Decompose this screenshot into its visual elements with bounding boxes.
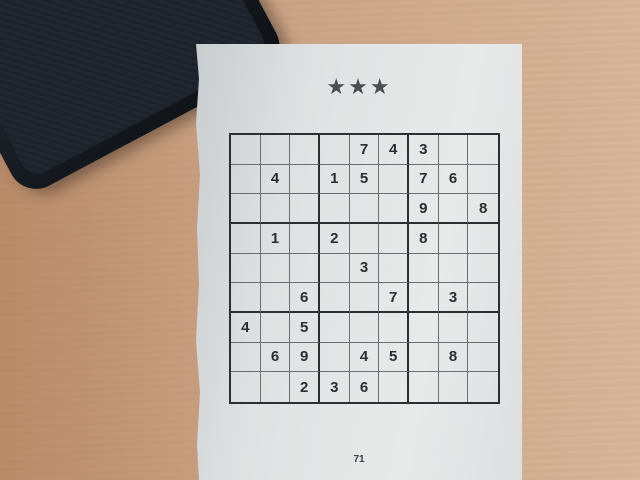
sudoku-cell — [468, 135, 498, 165]
sudoku-cell — [408, 283, 439, 313]
sudoku-cell — [231, 164, 261, 195]
sudoku-cell — [231, 223, 261, 254]
sudoku-cell — [379, 194, 409, 224]
sudoku-cell — [290, 223, 320, 254]
sudoku-cell: 4 — [231, 312, 261, 343]
sudoku-cell — [438, 253, 469, 284]
sudoku-cell — [290, 135, 320, 165]
sudoku-cell — [379, 223, 409, 254]
sudoku-cell — [468, 254, 498, 284]
sudoku-cell: 9 — [408, 194, 439, 224]
sudoku-cell: 6 — [290, 283, 320, 313]
sudoku-cell — [319, 194, 350, 224]
sudoku-cell: 4 — [379, 135, 409, 165]
sudoku-cell — [349, 194, 380, 224]
sudoku-cell: 7 — [408, 164, 439, 195]
sudoku-cell: 7 — [349, 135, 380, 165]
sudoku-cell: 7 — [379, 283, 409, 313]
sudoku-cell — [468, 165, 498, 195]
sudoku-cell — [231, 342, 261, 373]
sudoku-cell — [260, 135, 291, 165]
sudoku-cell — [319, 283, 350, 313]
sudoku-cell: 1 — [260, 223, 291, 254]
sudoku-cell — [290, 164, 320, 195]
sudoku-cell — [261, 372, 291, 402]
sudoku-cell — [379, 372, 409, 402]
sudoku-cell — [349, 223, 380, 254]
sudoku-cell: 6 — [350, 372, 380, 402]
sudoku-cell: 9 — [290, 342, 320, 373]
sudoku-cell — [438, 135, 469, 165]
sudoku-cell: 3 — [408, 135, 439, 165]
sudoku-cell — [439, 372, 469, 402]
sudoku-cell: 4 — [349, 342, 380, 373]
sudoku-cell — [290, 253, 320, 284]
sudoku-cell — [260, 312, 291, 343]
sudoku-cell: 5 — [290, 312, 320, 343]
sudoku-cell — [468, 343, 498, 373]
sudoku-cell — [290, 194, 320, 224]
sudoku-cell: 3 — [438, 283, 469, 313]
sudoku-cell — [231, 194, 261, 224]
sudoku-cell — [468, 372, 498, 402]
sudoku-cell: 2 — [290, 372, 320, 402]
sudoku-cell: 8 — [438, 342, 469, 373]
sudoku-cell — [231, 135, 261, 165]
sudoku-cell: 3 — [320, 372, 350, 402]
sudoku-grid: 743415769812836734569458236 — [229, 133, 500, 404]
sudoku-cell: 2 — [319, 223, 350, 254]
sudoku-cell — [260, 194, 291, 224]
sudoku-cell — [319, 342, 350, 373]
sudoku-cell — [319, 312, 350, 343]
sudoku-cell: 5 — [379, 342, 409, 373]
sudoku-cell — [438, 223, 469, 254]
sudoku-cell — [379, 253, 409, 284]
sudoku-cell — [231, 253, 261, 284]
sudoku-cell: 3 — [349, 253, 380, 284]
sudoku-cell: 5 — [349, 164, 380, 195]
sudoku-cell — [260, 253, 291, 284]
sudoku-cell — [319, 253, 350, 284]
sudoku-cell — [379, 312, 409, 343]
page-number: 71 — [353, 454, 365, 465]
sudoku-page: ★★★ 743415769812836734569458236 71 — [196, 44, 522, 480]
sudoku-cell: 4 — [260, 164, 291, 195]
sudoku-cell — [231, 372, 261, 402]
sudoku-cell: 8 — [408, 223, 439, 254]
sudoku-cell — [438, 312, 469, 343]
sudoku-cell — [409, 372, 439, 402]
sudoku-cell — [408, 253, 439, 284]
sudoku-cell: 1 — [319, 164, 350, 195]
sudoku-cell — [231, 283, 261, 313]
sudoku-cell — [468, 224, 498, 254]
sudoku-cell — [408, 312, 439, 343]
sudoku-cell — [319, 135, 350, 165]
sudoku-cell — [438, 194, 469, 224]
difficulty-stars: ★★★ — [326, 74, 392, 99]
sudoku-cell — [349, 283, 380, 313]
sudoku-cell: 6 — [260, 342, 291, 373]
sudoku-cell — [408, 342, 439, 373]
sudoku-cell: 8 — [468, 194, 498, 224]
sudoku-cell — [379, 164, 409, 195]
sudoku-cell — [468, 313, 498, 343]
sudoku-cell — [260, 283, 291, 313]
sudoku-cell — [468, 283, 498, 313]
sudoku-cell: 6 — [438, 164, 469, 195]
sudoku-cell — [349, 312, 380, 343]
